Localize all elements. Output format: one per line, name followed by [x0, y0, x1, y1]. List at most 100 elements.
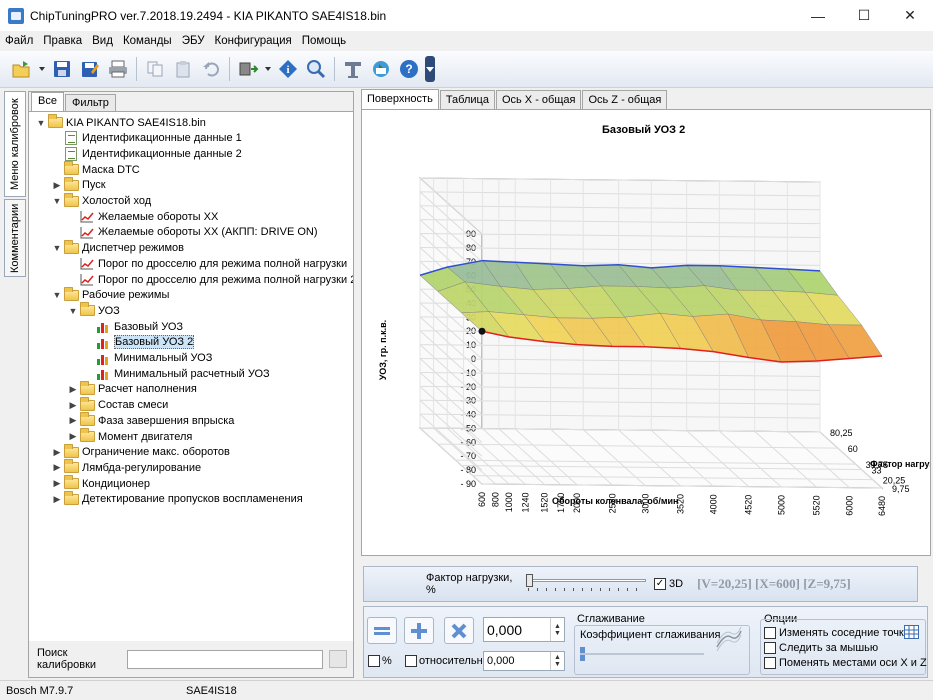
- percent-checkbox[interactable]: [368, 655, 380, 667]
- settings-icon[interactable]: [341, 57, 365, 81]
- open-icon[interactable]: [10, 57, 34, 81]
- tab-axis-z[interactable]: Ось Z - общая: [582, 90, 668, 109]
- tab-calibration-menu[interactable]: Меню калибровок: [4, 91, 26, 197]
- search-label: Поиск калибровки: [37, 647, 97, 671]
- tree-node[interactable]: ▼ Рабочие режимы: [51, 286, 169, 303]
- grid-icon[interactable]: [904, 625, 919, 639]
- menu-edit[interactable]: Правка: [38, 31, 87, 51]
- vertical-tabs: Меню калибровок Комментарии: [4, 91, 26, 277]
- tree-node-label: Минимальный расчетный УОЗ: [114, 367, 270, 380]
- tree-node[interactable]: Идентификационные данные 2: [51, 146, 242, 161]
- relative-input[interactable]: 0,000 ▲ ▼: [483, 651, 565, 671]
- expand-arrow-icon[interactable]: ▶: [51, 494, 63, 505]
- tree-node[interactable]: ▶ Момент двигателя: [67, 428, 192, 444]
- menu-commands[interactable]: Команды: [118, 31, 177, 51]
- tree-node[interactable]: Маска DTC: [51, 161, 140, 177]
- tree-node-label: Идентификационные данные 1: [82, 132, 242, 145]
- tree-node[interactable]: ▶ Детектирование пропусков воспламенения: [51, 490, 303, 507]
- expand-arrow-icon[interactable]: ▶: [51, 478, 63, 489]
- tree-node[interactable]: Порог по дросселю для режима полной нагр…: [67, 272, 353, 287]
- undo-icon[interactable]: [199, 57, 223, 81]
- folder-icon: [79, 412, 95, 428]
- tree-node[interactable]: ▼ Холостой ход: [51, 192, 151, 209]
- tree-node[interactable]: ▶ Расчет наполнения: [67, 380, 197, 397]
- collapse-arrow-icon[interactable]: ▼: [35, 118, 47, 128]
- tree-node-label: Состав смеси: [98, 399, 169, 412]
- tab-filter[interactable]: Фильтр: [64, 94, 116, 111]
- tree-node[interactable]: Минимальный УОЗ: [83, 351, 212, 366]
- option-follow-mouse[interactable]: Следить за мышью: [764, 642, 878, 654]
- tree-node[interactable]: ▶ Пуск: [51, 176, 106, 193]
- expand-arrow-icon[interactable]: ▶: [67, 400, 79, 411]
- tree-node[interactable]: Порог по дросселю для режима полной нагр…: [67, 256, 347, 271]
- update-icon[interactable]: [369, 57, 393, 81]
- menu-ecu[interactable]: ЭБУ: [177, 31, 210, 51]
- open-dropdown-icon[interactable]: [38, 57, 46, 81]
- maximize-button[interactable]: ☐: [841, 0, 887, 31]
- info-icon[interactable]: i: [276, 57, 300, 81]
- collapse-arrow-icon[interactable]: ▼: [51, 196, 63, 206]
- paste-icon[interactable]: [171, 57, 195, 81]
- menu-help[interactable]: Помощь: [297, 31, 351, 51]
- tab-comments[interactable]: Комментарии: [4, 199, 26, 277]
- tree-node[interactable]: ▼ УОЗ: [67, 302, 120, 318]
- tab-axis-x[interactable]: Ось X - общая: [495, 90, 582, 109]
- tree-node[interactable]: ▶ Состав смеси: [67, 396, 169, 413]
- save-icon[interactable]: [50, 57, 74, 81]
- tree-node[interactable]: Идентификационные данные 1: [51, 131, 242, 146]
- menu-view[interactable]: Вид: [87, 31, 118, 51]
- smoothing-slider[interactable]: [580, 647, 704, 661]
- tree-node[interactable]: ▶ Лямбда-регулирование: [51, 459, 201, 475]
- minimize-button[interactable]: —: [795, 0, 841, 31]
- menu-file[interactable]: Файл: [0, 31, 38, 51]
- ecu-dropdown-icon[interactable]: [264, 57, 272, 81]
- collapse-arrow-icon[interactable]: ▼: [51, 290, 63, 300]
- tree-node[interactable]: ▶ Кондиционер: [51, 475, 150, 491]
- expand-arrow-icon[interactable]: ▶: [67, 384, 79, 395]
- expand-arrow-icon[interactable]: ▶: [51, 462, 63, 473]
- tree-node[interactable]: ▶ Ограничение макс. оборотов: [51, 443, 230, 460]
- tree-node[interactable]: Желаемые обороты XX (АКПП: DRIVE ON): [67, 225, 318, 240]
- load-factor-slider[interactable]: [524, 574, 648, 594]
- 3d-checkbox[interactable]: ✓: [654, 578, 666, 590]
- copy-icon[interactable]: [143, 57, 167, 81]
- option-neighbors[interactable]: Изменять соседние точки: [764, 627, 910, 639]
- save-as-icon[interactable]: [78, 57, 102, 81]
- set-value-button[interactable]: [367, 617, 397, 644]
- tree-node[interactable]: Базовый УОЗ 2: [83, 335, 195, 350]
- tree-node-label: Базовый УОЗ: [114, 320, 184, 333]
- search-input[interactable]: [127, 649, 323, 669]
- surface-chart[interactable]: Базовый УОЗ 2 9080706050403020100- 10- 2…: [361, 109, 931, 556]
- print-icon[interactable]: [106, 57, 130, 81]
- tree-node[interactable]: ▶ Фаза завершения впрыска: [67, 412, 234, 428]
- expand-arrow-icon[interactable]: ▶: [67, 415, 79, 426]
- toolbar-overflow-icon[interactable]: [425, 56, 435, 82]
- tree-node[interactable]: Минимальный расчетный УОЗ: [83, 366, 270, 381]
- expand-arrow-icon[interactable]: ▶: [67, 431, 79, 442]
- tree-node[interactable]: ▼ Диспетчер режимов: [51, 239, 184, 256]
- tab-all[interactable]: Все: [31, 92, 64, 111]
- zoom-icon[interactable]: [304, 57, 328, 81]
- add-value-button[interactable]: [404, 617, 434, 644]
- smooth-icon[interactable]: [714, 625, 744, 655]
- tree-node[interactable]: Базовый УОЗ: [83, 319, 183, 334]
- option-swap-axes[interactable]: Поменять местами оси X и Z: [764, 657, 927, 669]
- expand-arrow-icon[interactable]: ▶: [51, 447, 63, 458]
- slider-thumb[interactable]: [526, 574, 533, 587]
- collapse-arrow-icon[interactable]: ▼: [67, 306, 79, 316]
- graph-icon: [79, 273, 95, 287]
- relative-checkbox[interactable]: [405, 655, 417, 667]
- expand-arrow-icon[interactable]: ▶: [51, 180, 63, 191]
- multiply-value-button[interactable]: [444, 617, 474, 644]
- tab-table[interactable]: Таблица: [439, 90, 495, 109]
- close-button[interactable]: ✕: [887, 0, 933, 31]
- search-button[interactable]: [329, 650, 347, 668]
- tree-node[interactable]: Желаемые обороты XX: [67, 209, 218, 224]
- help-icon[interactable]: ?: [397, 57, 421, 81]
- menu-config[interactable]: Конфигурация: [210, 31, 297, 51]
- tab-surface[interactable]: Поверхность: [361, 89, 439, 109]
- collapse-arrow-icon[interactable]: ▼: [51, 243, 63, 253]
- ecu-read-icon[interactable]: [236, 57, 260, 81]
- value-input[interactable]: 0,000 ▲ ▼: [483, 617, 565, 642]
- tree-node[interactable]: ▼ KIA PIKANTO SAE4IS18.bin: [35, 114, 206, 130]
